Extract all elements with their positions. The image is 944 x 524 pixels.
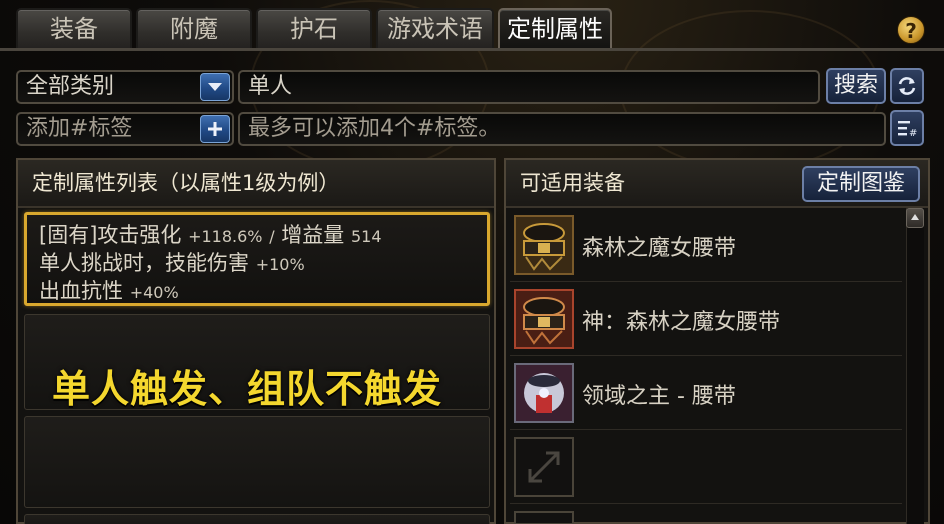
category-dropdown-button[interactable] <box>200 73 230 101</box>
list-hash-icon: # <box>898 121 917 138</box>
attribute-list-title: 定制属性列表（以属性1级为例） <box>18 160 494 208</box>
belt-icon <box>514 363 574 423</box>
refresh-icon <box>898 77 916 95</box>
attribute-line-3: 出血抗性 +40% <box>39 279 179 303</box>
tag-hint-text: 最多可以添加4个#标签。 <box>248 116 501 141</box>
belt-icon <box>514 289 574 349</box>
applicable-equipment-panel: 可适用装备 定制图鉴 森林之魔女腰带 神：森林之魔女腰带 领域之主 - 腰带 <box>504 158 930 524</box>
tab-divider <box>0 48 944 51</box>
empty-slot-icon <box>514 511 574 524</box>
search-input[interactable]: 单人 <box>238 70 820 104</box>
custom-guide-button[interactable]: 定制图鉴 <box>802 166 920 202</box>
overlay-caption: 单人触发、组队不触发 <box>52 367 443 411</box>
equipment-item[interactable]: 神：森林之魔女腰带 <box>510 284 902 356</box>
add-tag-button[interactable] <box>200 115 230 143</box>
equipment-slot-empty <box>510 432 902 504</box>
attribute-card[interactable] <box>24 514 490 524</box>
refresh-button[interactable] <box>890 68 924 104</box>
tab-equipment[interactable]: 装备 <box>16 8 132 48</box>
plus-icon <box>208 122 222 136</box>
equipment-item[interactable]: 森林之魔女腰带 <box>510 210 902 282</box>
equipment-name: 神：森林之魔女腰带 <box>582 310 781 335</box>
help-icon[interactable]: ? <box>897 16 925 44</box>
category-value: 全部类别 <box>26 74 115 99</box>
attribute-line-2: 单人挑战时，技能伤害 +10% <box>39 251 305 275</box>
tab-game-terms[interactable]: 游戏术语 <box>376 8 494 48</box>
tab-enchant[interactable]: 附魔 <box>136 8 252 48</box>
search-button[interactable]: 搜索 <box>826 68 886 104</box>
svg-text:#: # <box>909 128 917 138</box>
scroll-up-button[interactable] <box>906 208 924 228</box>
empty-slot-icon <box>514 437 574 497</box>
equipment-item[interactable]: 领域之主 - 腰带 <box>510 358 902 430</box>
tag-hint-box: 最多可以添加4个#标签。 <box>238 112 886 146</box>
attribute-line-1: [固有]攻击强化 +118.6% / 增益量 514 <box>39 223 382 247</box>
equipment-scrollbar[interactable] <box>906 208 924 524</box>
chevron-down-icon <box>208 83 222 91</box>
search-query: 单人 <box>248 74 293 99</box>
attribute-list-panel: 定制属性列表（以属性1级为例） [固有]攻击强化 +118.6% / 增益量 5… <box>16 158 496 524</box>
tag-placeholder: 添加#标签 <box>26 116 133 141</box>
equipment-name: 森林之魔女腰带 <box>582 236 737 261</box>
equipment-name: 领域之主 - 腰带 <box>582 384 736 409</box>
custom-attribute-window: 装备 附魔 护石 游戏术语 定制属性 ? 全部类别 单人 搜索 添加#标签 最多… <box>0 0 944 524</box>
belt-icon <box>514 215 574 275</box>
tab-amulet[interactable]: 护石 <box>256 8 372 48</box>
tab-custom-attributes[interactable]: 定制属性 <box>498 8 612 48</box>
equipment-slot-empty <box>510 506 902 524</box>
chevron-up-icon <box>911 214 919 220</box>
tag-list-button[interactable]: # <box>890 110 924 146</box>
attribute-card-selected[interactable]: [固有]攻击强化 +118.6% / 增益量 514 单人挑战时，技能伤害 +1… <box>24 212 490 306</box>
attribute-card[interactable] <box>24 416 490 508</box>
